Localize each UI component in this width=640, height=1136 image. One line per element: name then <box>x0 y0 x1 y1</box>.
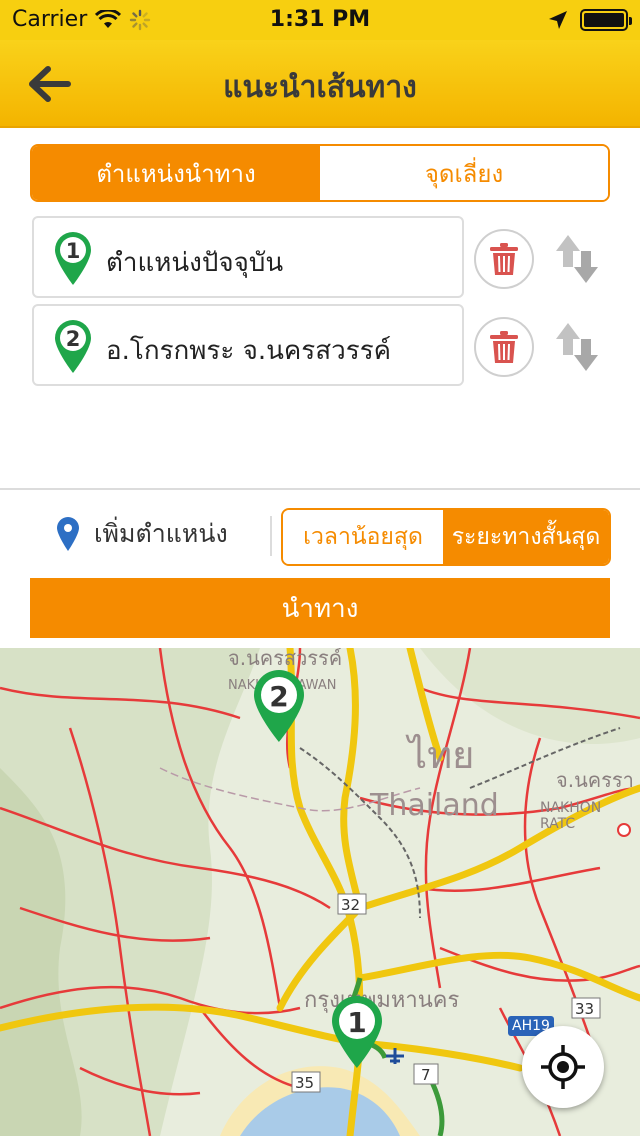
waypoint-row-2[interactable]: 2 อ.โกรกพระ จ.นครสวรรค์ <box>32 304 464 386</box>
option-shortest-distance[interactable]: ระยะทางสั้นสุด <box>443 510 609 564</box>
my-location-button[interactable] <box>522 1026 604 1108</box>
trash-icon <box>490 243 518 275</box>
map-label-route-35: 35 <box>295 1074 315 1092</box>
add-location-button[interactable]: เพิ่มตำแหน่ง <box>56 514 228 554</box>
status-bar: Carrier 1:31 PM <box>0 0 640 40</box>
svg-text:1: 1 <box>347 1006 366 1039</box>
status-right <box>548 9 632 31</box>
map-label-route-33: 33 <box>575 1000 595 1018</box>
vertical-divider <box>270 516 272 556</box>
waypoint-row-1[interactable]: 1 ตำแหน่งปัจจุบัน <box>32 216 464 298</box>
svg-text:1: 1 <box>66 239 81 263</box>
map-pin-1-icon[interactable]: 1 <box>328 994 386 1070</box>
map-label-route-32: 32 <box>341 896 361 914</box>
waypoint-label-1: ตำแหน่งปัจจุบัน <box>106 248 284 278</box>
page-title: แนะนำเส้นทาง <box>223 70 417 105</box>
crosshair-icon <box>541 1045 585 1089</box>
waypoint-label-2: อ.โกรกพระ จ.นครสวรรค์ <box>106 336 392 366</box>
status-time: 1:31 PM <box>269 7 371 32</box>
map-label-thai-country: ไทย <box>408 733 475 777</box>
pin-1-icon: 1 <box>55 232 91 285</box>
nav-bar: แนะนำเส้นทาง <box>0 40 640 128</box>
option-fastest-time[interactable]: เวลาน้อยสุด <box>283 510 443 564</box>
map-pin-2-icon[interactable]: 2 <box>250 668 308 744</box>
map-label-nakhon-rat-th: จ.นครรา <box>556 768 634 792</box>
add-location-label: เพิ่มตำแหน่ง <box>94 519 228 548</box>
waypoint-mode-tabs: ตำแหน่งนำทาง จุดเลี่ยง <box>30 144 610 202</box>
section-divider <box>0 488 640 490</box>
trash-icon <box>490 331 518 363</box>
svg-text:2: 2 <box>269 680 288 713</box>
pin-2-icon: 2 <box>55 320 91 373</box>
reorder-waypoint-1-icon[interactable] <box>552 231 602 287</box>
map-label-country: Thailand <box>370 788 499 823</box>
delete-waypoint-2-button[interactable] <box>474 317 534 377</box>
tab-avoid-points[interactable]: จุดเลี่ยง <box>320 146 608 200</box>
tab-navigation-points[interactable]: ตำแหน่งนำทาง <box>32 146 320 200</box>
location-arrow-icon <box>549 11 567 29</box>
svg-text:2: 2 <box>66 327 81 351</box>
map-label-nakhon-rat-en: NAKHON RATC <box>540 800 602 832</box>
navigate-button[interactable]: นำทาง <box>30 578 610 638</box>
map-label-route-7: 7 <box>421 1066 431 1084</box>
reorder-waypoint-2-icon[interactable] <box>552 319 602 375</box>
battery-icon <box>580 9 632 31</box>
map-pin-icon <box>57 517 79 551</box>
route-option-tabs: เวลาน้อยสุด ระยะทางสั้นสุด <box>281 508 611 566</box>
delete-waypoint-1-button[interactable] <box>474 229 534 289</box>
